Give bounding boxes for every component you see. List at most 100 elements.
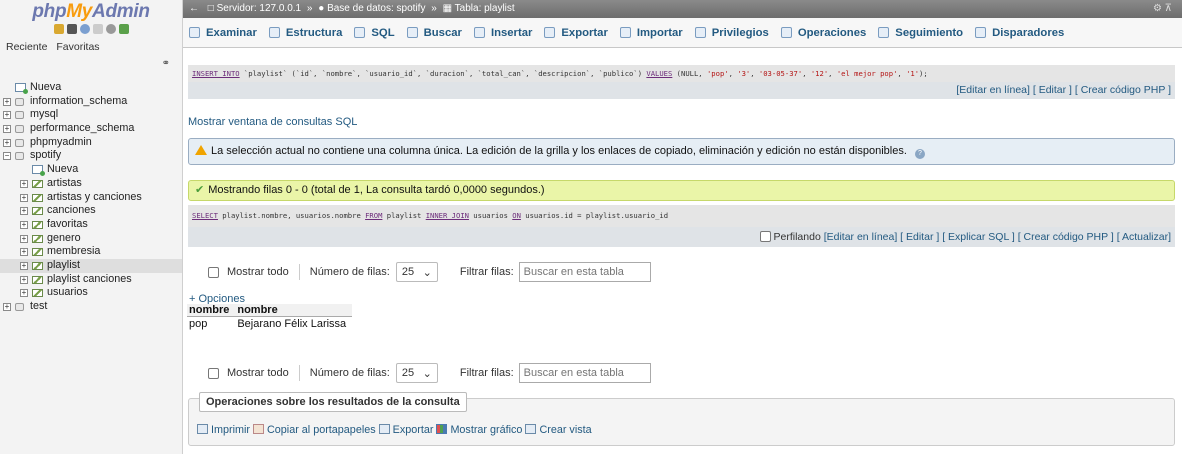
collapse-icon[interactable]: − <box>3 152 11 161</box>
tree-item[interactable]: − spotify <box>0 149 182 163</box>
tree-item[interactable]: + favoritas <box>0 218 182 232</box>
expand-icon[interactable]: + <box>3 303 11 311</box>
sql-keyword[interactable]: FROM <box>365 211 382 220</box>
create-php-link[interactable]: [ Crear código PHP ] <box>1075 84 1171 96</box>
profiling-checkbox[interactable] <box>759 231 771 242</box>
edit-inline-link[interactable]: [Editar en línea] <box>824 231 898 243</box>
database-icon <box>15 111 24 120</box>
column-header[interactable]: nombre <box>235 304 353 317</box>
tree-item-label: genero <box>47 231 81 244</box>
tab-privilegios[interactable]: Privilegios <box>694 27 769 39</box>
expand-icon[interactable]: + <box>20 275 28 284</box>
show-all-checkbox[interactable] <box>208 266 219 278</box>
phpmyadmin-logo[interactable]: phpMyAdmin <box>0 0 182 22</box>
print-link[interactable]: Imprimir <box>211 424 250 436</box>
tab-seguimiento[interactable]: Seguimiento <box>878 27 963 39</box>
reload-icon[interactable] <box>118 24 129 34</box>
settings-icon[interactable] <box>105 24 116 34</box>
tree-item[interactable]: + mysql <box>0 108 182 122</box>
show-sql-window-link[interactable]: Mostrar ventana de consultas SQL <box>188 116 357 128</box>
tab-label: Buscar <box>423 26 462 39</box>
export-link[interactable]: Exportar <box>393 424 434 436</box>
tree-item-label: artistas <box>47 176 82 189</box>
topbar-settings-icon[interactable]: ⚙ ⊼ <box>1153 0 1172 18</box>
edit-link[interactable]: [ Editar ] <box>900 231 939 243</box>
expand-icon[interactable]: + <box>20 207 28 216</box>
sql-keyword[interactable]: SELECT <box>192 211 218 220</box>
expand-icon[interactable]: + <box>20 220 28 229</box>
breadcrumb-server[interactable]: Servidor: 127.0.0.1 <box>217 3 302 14</box>
tab-estructura[interactable]: Estructura <box>268 27 342 39</box>
tree-item[interactable]: + playlist <box>0 258 182 273</box>
breadcrumb-table[interactable]: Tabla: playlist <box>455 3 515 14</box>
expand-icon[interactable]: + <box>3 97 11 106</box>
breadcrumb-bar: ← □ Servidor: 127.0.0.1 » ● Base de dato… <box>183 0 1182 18</box>
expand-icon[interactable]: + <box>20 234 28 243</box>
edit-inline-link[interactable]: [Editar en línea] <box>956 84 1030 96</box>
sql-keyword[interactable]: VALUES <box>646 69 672 78</box>
tree-item[interactable]: Nueva <box>0 81 182 95</box>
home-icon[interactable] <box>53 24 64 34</box>
tree-item[interactable]: + playlist canciones <box>0 273 182 287</box>
rows-select[interactable]: 25 ⌄ <box>395 262 438 282</box>
rows-select[interactable]: 25 ⌄ <box>395 363 438 383</box>
show-chart-link[interactable]: Mostrar gráfico <box>450 424 522 436</box>
sql-keyword[interactable]: INSERT INTO <box>192 69 240 78</box>
tab-exportar[interactable]: Exportar <box>544 27 608 39</box>
expand-icon[interactable]: + <box>3 125 11 134</box>
expand-icon[interactable]: + <box>20 289 28 298</box>
tree-item[interactable]: + genero <box>0 232 182 246</box>
tree-item[interactable]: + canciones <box>0 204 182 218</box>
tree-item[interactable]: + artistas <box>0 177 182 191</box>
tab-buscar[interactable]: Buscar <box>406 26 462 39</box>
breadcrumb-database[interactable]: Base de datos: spotify <box>327 3 425 14</box>
tree-item-label: test <box>30 300 48 312</box>
logout-icon[interactable] <box>66 24 77 34</box>
help-icon[interactable] <box>79 24 90 34</box>
tree-item[interactable]: + phpmyadmin <box>0 136 182 150</box>
tab-recent[interactable]: Reciente <box>6 41 47 53</box>
refresh-link[interactable]: [ Actualizar] <box>1117 231 1171 243</box>
table-header-row: nombre nombre <box>187 304 353 317</box>
database-tree: Nueva + information_schema + mysql + performan… <box>0 81 182 314</box>
expand-icon[interactable]: + <box>3 111 11 120</box>
table-icon <box>32 289 43 298</box>
filter-input[interactable] <box>518 363 651 383</box>
tree-item[interactable]: + usuarios <box>0 286 182 300</box>
tree-item[interactable]: Nueva <box>0 163 182 177</box>
expand-icon[interactable]: + <box>20 179 28 188</box>
sql-keyword[interactable]: INNER JOIN <box>426 211 469 220</box>
tree-item[interactable]: + test <box>0 300 182 314</box>
print-icon <box>197 424 208 434</box>
tab-operaciones[interactable]: Operaciones <box>780 27 866 39</box>
create-php-link[interactable]: [ Crear código PHP ] <box>1018 231 1114 243</box>
create-view-link[interactable]: Crear vista <box>539 424 591 436</box>
copy-clipboard-link[interactable]: Copiar al portapapeles <box>267 424 376 436</box>
expand-icon[interactable]: + <box>3 138 11 147</box>
explain-sql-link[interactable]: [ Explicar SQL ] <box>942 231 1015 243</box>
tree-item[interactable]: + membresia <box>0 245 182 259</box>
tree-item[interactable]: + performance_schema <box>0 122 182 136</box>
link-icon[interactable]: ⚭ <box>162 58 170 69</box>
sql-keyword[interactable]: ON <box>512 211 521 220</box>
tab-disparadores[interactable]: Disparadores <box>975 27 1064 39</box>
help-icon[interactable]: ? <box>914 149 925 159</box>
docs-icon[interactable] <box>92 24 103 34</box>
back-arrow-icon[interactable]: ← <box>189 3 199 14</box>
tab-examinar[interactable]: Examinar <box>189 27 257 39</box>
tab-sql[interactable]: SQL <box>354 27 395 39</box>
tab-insertar[interactable]: Insertar <box>473 27 532 39</box>
tab-favorites[interactable]: Favoritas <box>56 41 99 53</box>
tab-importar[interactable]: Importar <box>619 27 683 39</box>
expand-icon[interactable]: + <box>20 261 28 270</box>
expand-icon[interactable]: + <box>20 248 28 257</box>
tree-item-label: playlist canciones <box>47 272 132 285</box>
edit-link[interactable]: [ Editar ] <box>1033 84 1072 96</box>
show-all-checkbox[interactable] <box>208 367 219 379</box>
tree-item[interactable]: + information_schema <box>0 95 182 109</box>
column-header[interactable]: nombre <box>187 304 236 317</box>
tree-item[interactable]: + artistas y canciones <box>0 191 182 205</box>
expand-icon[interactable]: + <box>20 193 28 202</box>
filter-input[interactable] <box>518 262 651 282</box>
nav-icon-row <box>0 24 182 38</box>
